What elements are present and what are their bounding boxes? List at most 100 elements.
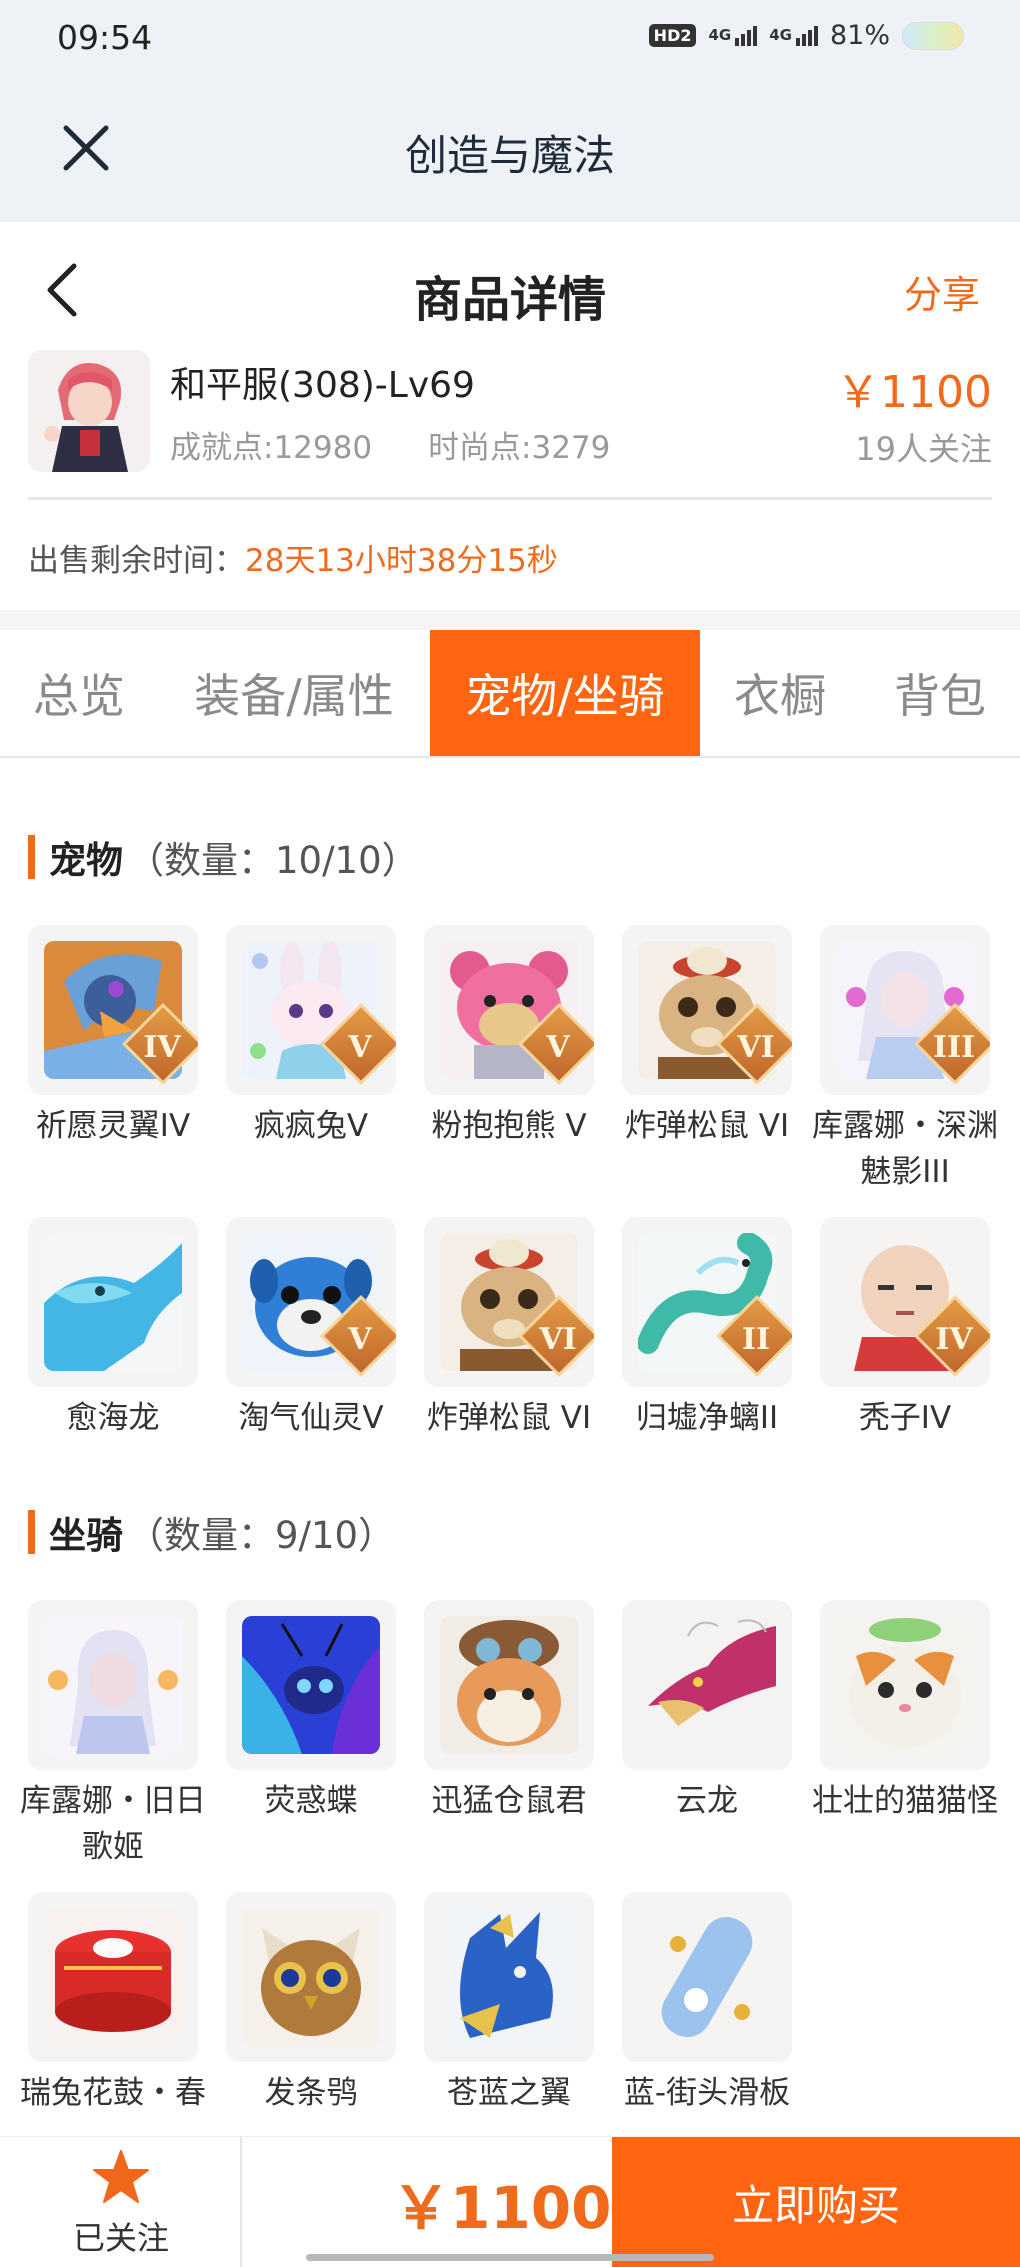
mounts-title: 坐骑 [49, 1514, 123, 1557]
mount-card[interactable]: 蓝-街头滑板 [622, 1892, 792, 2116]
rank-badge: IV [143, 1030, 181, 1065]
status-bar: 09:54 HD2 4G 4G 81% [0, 0, 1020, 80]
pet-card[interactable]: IV 秃子IV [820, 1217, 990, 1441]
mount-name: 迅猛仓鼠君 [431, 1783, 587, 1819]
pet-card[interactable]: V 疯疯兔V [226, 925, 396, 1149]
pet-thumbnail: V [424, 925, 594, 1095]
rank-badge: V [348, 1322, 372, 1357]
tab-equipment[interactable]: 装备/属性 [158, 630, 430, 756]
network-type-label: 4G [708, 25, 732, 44]
mount-name: 蓝-街头滑板 [623, 2075, 791, 2111]
battery-icon [902, 21, 964, 50]
follow-label: 已关注 [72, 2219, 169, 2257]
rank-badge: V [546, 1030, 570, 1065]
character-avatar [28, 350, 150, 472]
rank-badge: V [348, 1030, 372, 1065]
network-type-label: 4G [769, 25, 792, 44]
pet-card[interactable]: V 粉抱抱熊 V [424, 925, 594, 1149]
mounts-count: （数量：9/10） [127, 1514, 396, 1557]
pet-thumbnail: II [622, 1217, 792, 1387]
mount-thumbnail [28, 1892, 198, 2062]
pet-name: 淘气仙灵V [238, 1400, 384, 1436]
buy-now-button[interactable]: 立即购买 [612, 2137, 1020, 2267]
mount-thumbnail [226, 1600, 396, 1770]
pet-card[interactable]: III 库露娜・深渊魅影III [812, 925, 998, 1195]
bottom-price: ￥1100 [392, 2174, 612, 2242]
app-bar: 创造与魔法 [0, 80, 1020, 222]
pet-name: 祈愿灵翼IV [35, 1108, 191, 1144]
tab-wardrobe[interactable]: 衣橱 [700, 630, 860, 756]
pet-thumbnail: VI [622, 925, 792, 1095]
bottom-action-bar: 已关注 ￥1100 立即购买 [0, 2136, 1020, 2267]
pet-thumbnail: VI [424, 1217, 594, 1387]
pet-thumbnail: V [226, 925, 396, 1095]
pet-name: 秃子IV [858, 1400, 952, 1436]
mount-name: 壮壮的猫猫怪 [812, 1783, 998, 1819]
pet-card[interactable]: 愈海龙 [28, 1217, 198, 1441]
status-time: 09:54 [57, 18, 153, 57]
pet-card[interactable]: V 淘气仙灵V [226, 1217, 396, 1441]
mount-card[interactable]: 迅猛仓鼠君 [424, 1600, 594, 1824]
item-summary: 和平服(308)-Lv69 成就点:12980 时尚点:3279 ￥1100 1… [28, 350, 992, 500]
pet-card[interactable]: VI 炸弹松鼠 VI [622, 925, 792, 1149]
mount-card[interactable]: 瑞兔花鼓・春 [20, 1892, 206, 2116]
follower-count: 19人关注 [855, 430, 992, 468]
mount-name: 荧惑蝶 [264, 1783, 358, 1819]
follow-button[interactable]: 已关注 [0, 2137, 242, 2267]
pets-count: （数量：10/10） [127, 839, 419, 882]
mount-name: 苍蓝之翼 [447, 2075, 571, 2111]
share-button[interactable]: 分享 [904, 264, 980, 319]
status-indicators: HD2 4G 4G 81% [648, 20, 964, 51]
pets-title: 宠物 [49, 839, 123, 882]
signal-icon: 4G [708, 25, 758, 46]
mount-card[interactable]: 壮壮的猫猫怪 [812, 1600, 998, 1824]
rank-badge: IV [935, 1322, 973, 1357]
mount-card[interactable]: 云龙 [622, 1600, 792, 1824]
hd-voice-icon: HD2 [648, 24, 697, 47]
mount-card[interactable]: 发条鸮 [226, 1892, 396, 2116]
battery-percent: 81% [829, 20, 890, 51]
mount-card[interactable]: 库露娜・旧日歌姬 [20, 1600, 206, 1870]
mounts-section-title: 坐骑 （数量：9/10） [28, 1505, 395, 1559]
item-points: 成就点:12980 时尚点:3279 [170, 422, 610, 467]
pet-thumbnail: III [820, 925, 990, 1095]
pet-thumbnail: V [226, 1217, 396, 1387]
mount-thumbnail [28, 1600, 198, 1770]
pet-name: 愈海龙 [66, 1400, 160, 1436]
rank-badge: VI [737, 1030, 775, 1065]
tab-overview[interactable]: 总览 [0, 630, 158, 756]
pet-card[interactable]: IV 祈愿灵翼IV [28, 925, 198, 1149]
mount-name: 发条鸮 [264, 2075, 358, 2111]
mount-thumbnail [226, 1892, 396, 2062]
pet-name: 归墟净螭II [635, 1400, 779, 1436]
pet-name: 库露娜・深渊魅影III [812, 1108, 998, 1190]
fashion-points: 时尚点:3279 [428, 430, 611, 466]
mount-card[interactable]: 苍蓝之翼 [424, 1892, 594, 2116]
pet-name: 炸弹松鼠 VI [426, 1400, 592, 1436]
mount-card[interactable]: 荧惑蝶 [226, 1600, 396, 1824]
pet-thumbnail: IV [28, 925, 198, 1095]
pet-thumbnail: IV [820, 1217, 990, 1387]
pet-card[interactable]: VI 炸弹松鼠 VI [424, 1217, 594, 1441]
app-title: 创造与魔法 [404, 131, 615, 180]
item-name: 和平服(308)-Lv69 [170, 365, 475, 406]
star-icon [93, 2150, 149, 2203]
mount-thumbnail [424, 1600, 594, 1770]
tab-backpack[interactable]: 背包 [860, 630, 1020, 756]
rank-badge: III [932, 1030, 976, 1065]
item-price: ￥1100 [836, 367, 992, 418]
mount-thumbnail [424, 1892, 594, 2062]
mount-name: 瑞兔花鼓・春 [20, 2075, 206, 2111]
home-indicator[interactable] [306, 2254, 714, 2261]
tab-pets-mounts[interactable]: 宠物/坐骑 [430, 630, 700, 756]
rank-badge: VI [539, 1322, 577, 1357]
signal-icon: 4G [769, 25, 818, 46]
pets-section-title: 宠物 （数量：10/10） [28, 830, 419, 884]
page-title: 商品详情 [413, 272, 606, 328]
divider [0, 610, 1020, 630]
pet-name: 粉抱抱熊 V [431, 1108, 587, 1144]
mount-thumbnail [622, 1892, 792, 2062]
pet-name: 疯疯兔V [253, 1108, 369, 1144]
detail-header: 商品详情 分享 [0, 222, 1020, 342]
pet-card[interactable]: II 归墟净螭II [622, 1217, 792, 1441]
